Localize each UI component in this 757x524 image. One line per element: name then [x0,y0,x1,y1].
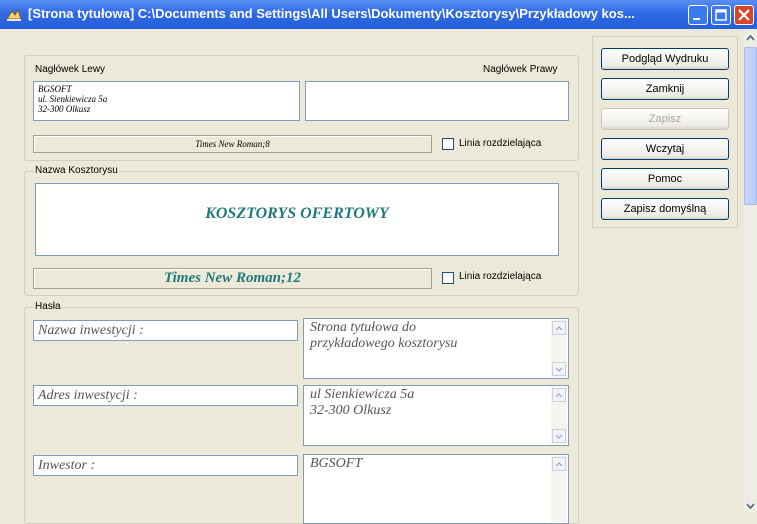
load-button[interactable]: Wczytaj [601,138,729,160]
left-header-textbox[interactable]: BGSOFT ul. Sienkiewicza 5a 32-300 Olkusz [33,81,300,121]
estimate-name-value: KOSZTORYS OFERTOWY [205,205,389,222]
scroll-down-button[interactable] [552,362,566,376]
window-title: [Strona tytułowa] C:\Documents and Setti… [28,6,635,21]
chevron-up-icon [555,326,563,331]
save-default-button[interactable]: Zapisz domyślną [601,198,729,220]
save-button[interactable]: Zapisz [601,108,729,130]
keywords-legend: Hasła [34,301,62,312]
scroll-up-button[interactable] [552,388,566,402]
keyword-value-box[interactable]: Strona tytułowa do przykładowego kosztor… [303,318,569,379]
keyword-value: BGSOFT [310,456,363,471]
left-header-line: BGSOFT [38,84,72,94]
left-header-label: Nagłówek Lewy [35,64,106,75]
header-font-button[interactable]: Times New Roman;8 [33,135,432,153]
keyword-label: Inwestor : [38,458,96,473]
estimate-name-textbox[interactable]: KOSZTORYS OFERTOWY [35,183,559,256]
scroll-up-button[interactable] [552,321,566,335]
right-header-label: Nagłówek Prawy [483,64,558,75]
main-scrollbar[interactable] [744,29,757,513]
minimize-button[interactable] [688,5,708,25]
close-button[interactable]: Zamknij [601,78,729,100]
left-header-line: 32-300 Olkusz [38,104,91,114]
keyword-label: Nazwa inwestycji : [38,323,144,338]
scroll-down-button[interactable] [552,429,566,443]
estimate-divider-checkbox[interactable] [442,272,454,284]
keyword-label-box[interactable]: Inwestor : [33,455,298,476]
minimize-icon [693,18,700,20]
keyword-label-box[interactable]: Nazwa inwestycji : [33,320,298,341]
maximize-button[interactable] [711,5,731,25]
chevron-down-icon [555,367,563,372]
estimate-name-legend: Nazwa Kosztorysu [34,165,119,176]
maximize-icon [715,9,727,21]
keyword-value-scrollbar[interactable] [551,387,567,444]
keyword-label-box[interactable]: Adres inwestycji : [33,385,298,406]
chevron-up-icon [555,393,563,398]
keyword-value: ul Sienkiewicza 5a 32-300 Olkusz [310,387,415,418]
app-icon [6,8,22,21]
close-window-button[interactable] [734,5,754,25]
estimate-divider-label: Linia rozdzielająca [459,271,542,282]
estimate-font-button[interactable]: Times New Roman;12 [33,268,432,289]
keyword-label: Adres inwestycji : [38,388,138,403]
help-button[interactable]: Pomoc [601,168,729,190]
left-header-line: ul. Sienkiewicza 5a [38,94,108,104]
chevron-up-icon [555,462,563,467]
scroll-down-arrow-icon[interactable] [744,499,757,513]
keyword-value: Strona tytułowa do przykładowego kosztor… [310,320,458,351]
close-icon [738,9,750,21]
print-preview-button[interactable]: Podgląd Wydruku [601,48,729,70]
title-bar[interactable]: [Strona tytułowa] C:\Documents and Setti… [0,0,757,29]
scroll-up-arrow-icon[interactable] [744,31,757,45]
keyword-value-scrollbar[interactable] [551,456,567,522]
keyword-value-box[interactable]: BGSOFT [303,454,569,524]
chevron-down-icon [555,434,563,439]
scroll-up-button[interactable] [552,457,566,471]
keyword-value-box[interactable]: ul Sienkiewicza 5a 32-300 Olkusz [303,385,569,446]
keyword-value-scrollbar[interactable] [551,320,567,377]
scroll-thumb[interactable] [744,47,757,205]
header-divider-checkbox[interactable] [442,138,454,150]
header-divider-label: Linia rozdzielająca [459,138,542,149]
header-font-label: Times New Roman;8 [195,139,270,149]
right-header-textbox[interactable] [305,81,569,121]
estimate-font-label: Times New Roman;12 [164,270,301,286]
